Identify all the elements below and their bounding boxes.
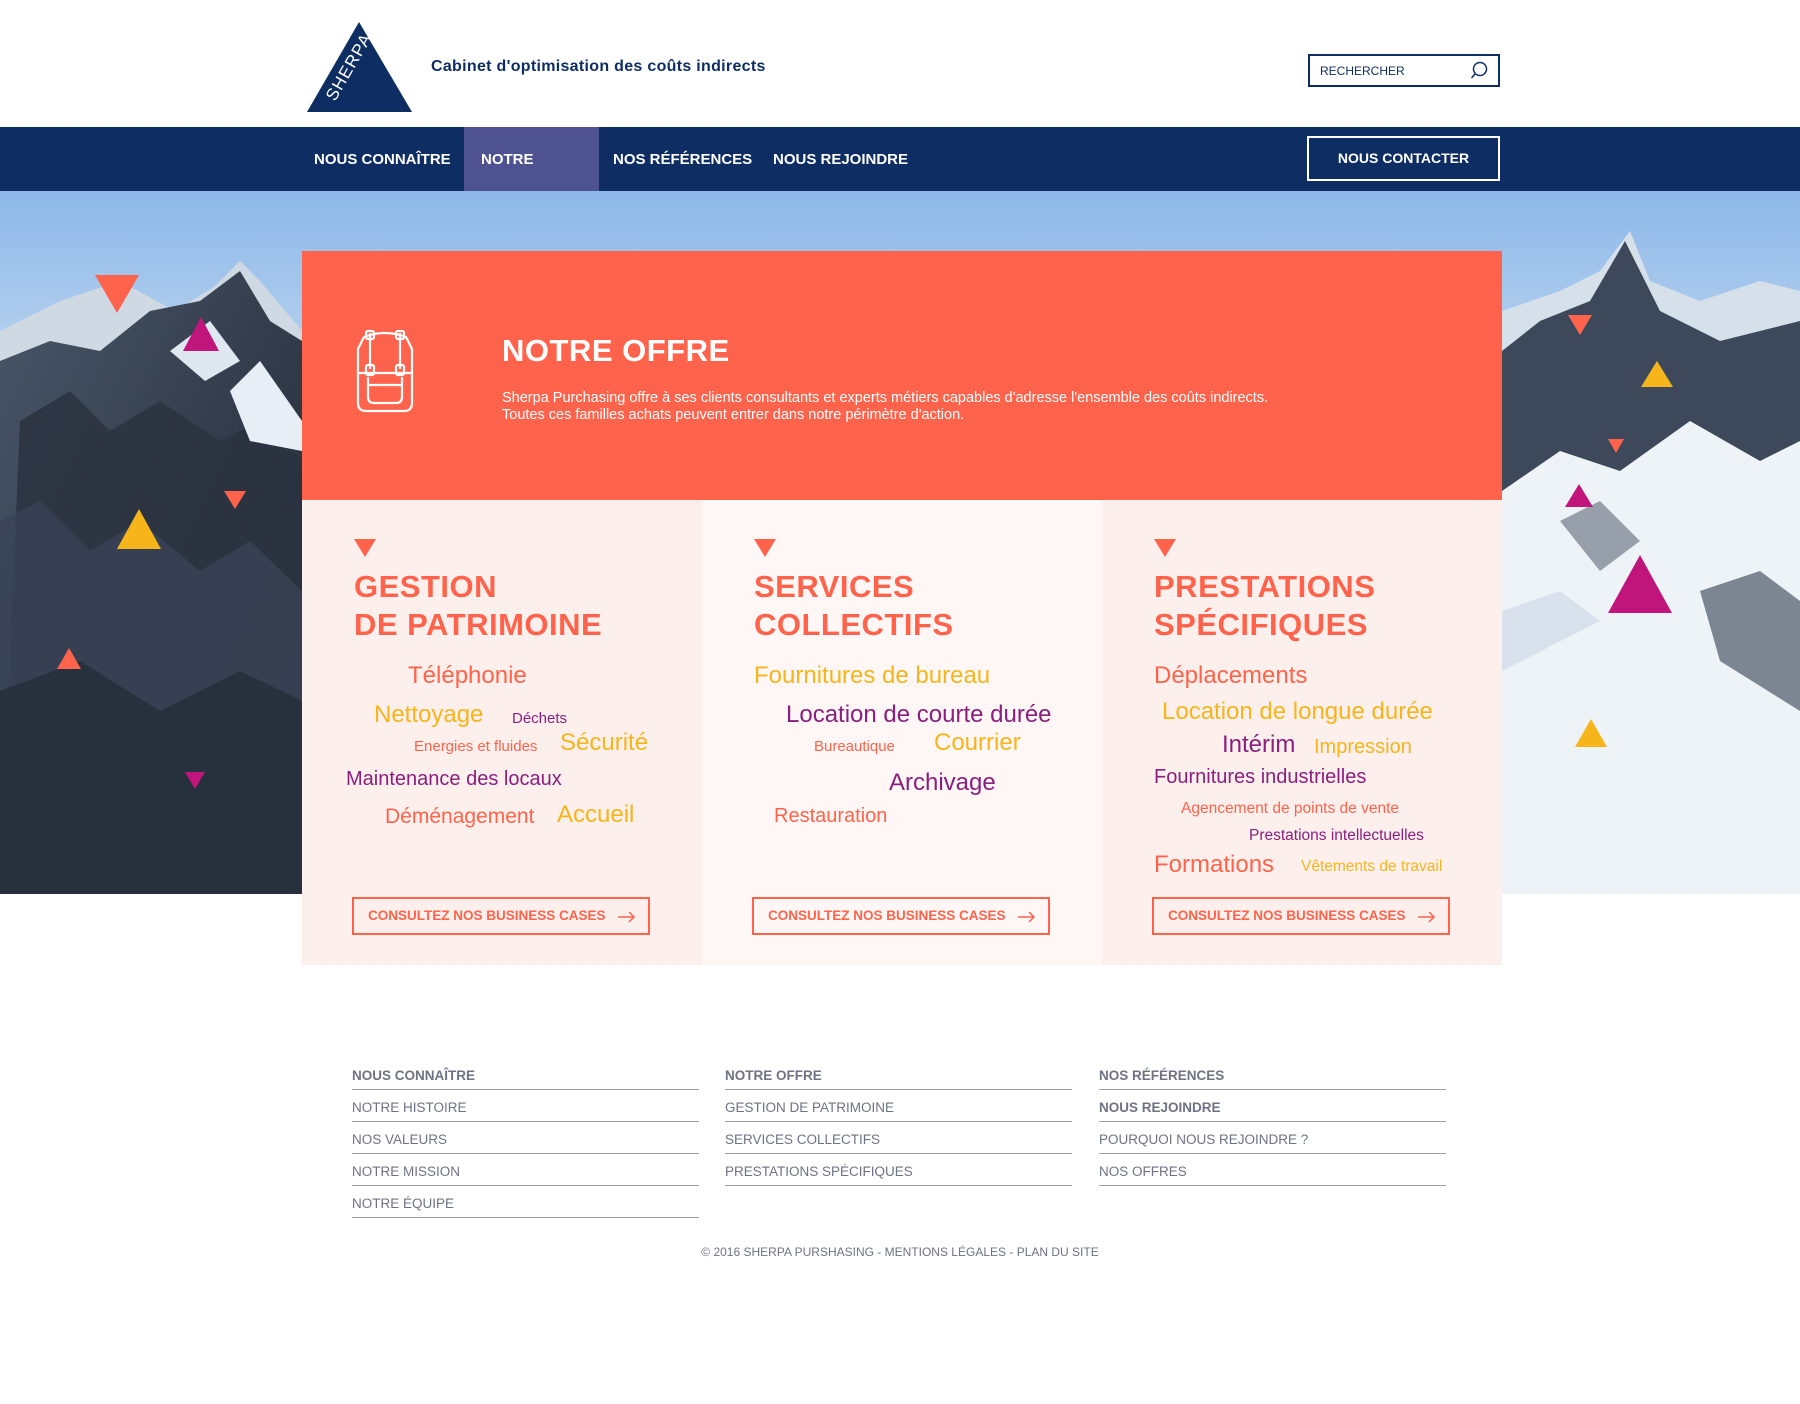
keyword: Impression bbox=[1314, 736, 1412, 758]
keyword: Intérim bbox=[1222, 731, 1296, 758]
footer-link-services-collectifs[interactable]: SERVICES COLLECTIFS bbox=[725, 1122, 1072, 1154]
footer-link-nous-connaitre[interactable]: NOUS CONNAÎTRE bbox=[352, 1058, 699, 1090]
footer-link-notre-mission[interactable]: NOTRE MISSION bbox=[352, 1154, 699, 1186]
nav-item-nous-connaitre[interactable]: NOUS CONNAÎTRE bbox=[297, 127, 468, 191]
triangle-down-icon bbox=[754, 539, 776, 557]
keyword: Agencement de points de vente bbox=[1181, 800, 1400, 817]
column-title-line-2: SPÉCIFIQUES bbox=[1154, 607, 1368, 642]
separator: - bbox=[1006, 1245, 1017, 1259]
nav-item-notre-offre[interactable]: NOTRE OFFRE bbox=[464, 127, 599, 234]
keyword: Bureautique bbox=[814, 738, 895, 755]
footer-column-1: NOUS CONNAÎTRE NOTRE HISTOIRE NOS VALEUR… bbox=[352, 1058, 699, 1218]
keyword: Restauration bbox=[774, 805, 888, 827]
business-cases-button-label: CONSULTEZ NOS BUSINESS CASES bbox=[768, 908, 1006, 923]
sitemap-link[interactable]: PLAN DU SITE bbox=[1017, 1245, 1099, 1259]
footer-link-prestations-specifiques[interactable]: PRESTATIONS SPÉCIFIQUES bbox=[725, 1154, 1072, 1186]
sherpa-logo[interactable]: SHERPA bbox=[307, 22, 412, 112]
business-cases-button-label: CONSULTEZ NOS BUSINESS CASES bbox=[368, 908, 606, 923]
offer-title: NOTRE OFFRE bbox=[502, 333, 730, 368]
backpack-icon bbox=[356, 329, 414, 413]
footer-link-notre-histoire[interactable]: NOTRE HISTOIRE bbox=[352, 1090, 699, 1122]
keyword: Energies et fluides bbox=[414, 738, 538, 755]
column-title-line-1: SERVICES bbox=[754, 569, 915, 604]
keyword: Maintenance des locaux bbox=[346, 768, 562, 790]
keyword: Prestations intellectuelles bbox=[1249, 827, 1424, 844]
column-title-line-2: COLLECTIFS bbox=[754, 607, 954, 642]
column-title: SERVICES COLLECTIFS bbox=[754, 568, 954, 644]
search-box bbox=[1308, 54, 1500, 87]
keyword: Fournitures de bureau bbox=[754, 662, 991, 689]
keyword: Accueil bbox=[557, 801, 635, 828]
keyword: Sécurité bbox=[560, 729, 649, 756]
main-nav: NOUS CONNAÎTRE NOTRE OFFRE NOS RÉFÉRENCE… bbox=[0, 127, 1800, 234]
keyword: Courrier bbox=[934, 729, 1021, 756]
keyword: Déménagement bbox=[385, 805, 535, 828]
business-cases-button[interactable]: CONSULTEZ NOS BUSINESS CASES bbox=[752, 897, 1050, 935]
triangle-down-icon bbox=[1154, 539, 1176, 557]
separator: - bbox=[873, 1245, 885, 1259]
column-title: PRESTATIONS SPÉCIFIQUES bbox=[1154, 568, 1375, 644]
column-title-line-1: PRESTATIONS bbox=[1154, 569, 1376, 604]
page: SHERPA Cabinet d'optimisation des coûts … bbox=[0, 0, 1800, 1404]
keyword: Fournitures industrielles bbox=[1154, 766, 1367, 788]
site-tagline: Cabinet d'optimisation des coûts indirec… bbox=[431, 58, 766, 75]
nav-item-nos-references[interactable]: NOS RÉFÉRENCES bbox=[596, 127, 769, 191]
footer-link-nos-offres[interactable]: NOS OFFRES bbox=[1099, 1154, 1446, 1186]
offer-description: Sherpa Purchasing offre à ses clients co… bbox=[502, 390, 1402, 424]
business-cases-button[interactable]: CONSULTEZ NOS BUSINESS CASES bbox=[1152, 897, 1450, 935]
business-cases-button[interactable]: CONSULTEZ NOS BUSINESS CASES bbox=[352, 897, 650, 935]
keyword: Archivage bbox=[889, 769, 996, 796]
offer-description-line-1: Sherpa Purchasing offre à ses clients co… bbox=[502, 390, 1269, 406]
search-icon[interactable] bbox=[1470, 60, 1492, 82]
legal-link[interactable]: MENTIONS LÉGALES bbox=[885, 1245, 1006, 1259]
footer-link-gestion-de-patrimoine[interactable]: GESTION DE PATRIMOINE bbox=[725, 1090, 1072, 1122]
business-cases-button-label: CONSULTEZ NOS BUSINESS CASES bbox=[1168, 908, 1406, 923]
offer-header: NOTRE OFFRE Sherpa Purchasing offre à se… bbox=[302, 251, 1502, 500]
copyright-text: © 2016 SHERPA PURSHASING bbox=[701, 1245, 874, 1259]
nav-item-nous-rejoindre[interactable]: NOUS REJOINDRE bbox=[756, 127, 925, 191]
offer-column-services-collectifs: SERVICES COLLECTIFS Fournitures de burea… bbox=[702, 500, 1102, 965]
column-title: GESTION DE PATRIMOINE bbox=[354, 568, 602, 644]
keyword: Téléphonie bbox=[408, 662, 527, 689]
triangle-down-icon bbox=[354, 539, 376, 557]
keyword: Déplacements bbox=[1154, 662, 1308, 689]
footer-link-notre-offre[interactable]: NOTRE OFFRE bbox=[725, 1058, 1072, 1090]
contact-button[interactable]: NOUS CONTACTER bbox=[1307, 136, 1500, 181]
search-input[interactable] bbox=[1310, 56, 1460, 85]
column-title-line-2: DE PATRIMOINE bbox=[354, 607, 603, 642]
footer-column-3: NOS RÉFÉRENCES NOUS REJOINDRE POURQUOI N… bbox=[1099, 1058, 1446, 1186]
arrow-right-icon bbox=[1018, 911, 1036, 923]
offer-column-gestion-de-patrimoine: GESTION DE PATRIMOINE Téléphonie Nettoya… bbox=[302, 500, 702, 965]
footer-link-nos-valeurs[interactable]: NOS VALEURS bbox=[352, 1122, 699, 1154]
keyword: Location de longue durée bbox=[1162, 698, 1433, 725]
footer-link-pourquoi-nous-rejoindre[interactable]: POURQUOI NOUS REJOINDRE ? bbox=[1099, 1122, 1446, 1154]
keyword: Vêtements de travail bbox=[1301, 858, 1443, 875]
offer-description-line-2: Toutes ces familles achats peuvent entre… bbox=[502, 407, 965, 423]
footer-link-nous-rejoindre[interactable]: NOUS REJOINDRE bbox=[1099, 1090, 1446, 1122]
offer-column-prestations-specifiques: PRESTATIONS SPÉCIFIQUES Déplacements Loc… bbox=[1102, 500, 1502, 965]
arrow-right-icon bbox=[1418, 911, 1436, 923]
footer-link-nos-references[interactable]: NOS RÉFÉRENCES bbox=[1099, 1058, 1446, 1090]
footer-column-2: NOTRE OFFRE GESTION DE PATRIMOINE SERVIC… bbox=[725, 1058, 1072, 1186]
column-title-line-1: GESTION bbox=[354, 569, 498, 604]
keyword: Formations bbox=[1154, 851, 1275, 878]
arrow-right-icon bbox=[618, 911, 636, 923]
keyword: Nettoyage bbox=[374, 701, 484, 728]
footer-link-notre-equipe[interactable]: NOTRE ÉQUIPE bbox=[352, 1186, 699, 1218]
keyword: Déchets bbox=[512, 710, 568, 727]
keyword: Location de courte durée bbox=[786, 701, 1052, 728]
site-header: SHERPA Cabinet d'optimisation des coûts … bbox=[0, 0, 1800, 127]
copyright-bar: © 2016 SHERPA PURSHASING - MENTIONS LÉGA… bbox=[0, 1245, 1800, 1259]
